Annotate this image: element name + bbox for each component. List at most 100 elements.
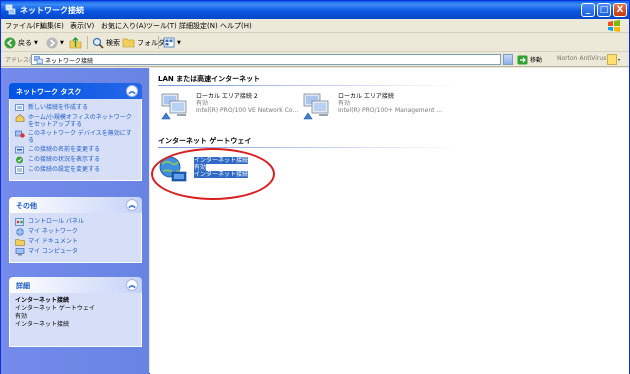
search-button[interactable]: 検索 [92, 35, 120, 50]
menu-bar: ファイル(F) 編集(E) 表示(V) お気に入り(A) ツール(T) 詳細設定… [1, 19, 629, 33]
network-tasks-list: 新しい接続を作成する ホーム/小規模オフィスのネットワークをセットアップする こ… [9, 99, 142, 181]
new-connection-icon [15, 104, 24, 111]
menu-advanced[interactable]: 詳細設定(N) [179, 21, 218, 31]
task-change-settings[interactable]: この接続の設定を変更する [15, 166, 136, 174]
place-label: マイ コンピュータ [28, 248, 78, 255]
details-name: インターネット接続 [15, 297, 70, 304]
forward-dropdown-icon[interactable]: ▼ [60, 40, 64, 46]
go-button[interactable]: 移動 [517, 54, 542, 65]
place-my-computer[interactable]: マイ コンピュータ [15, 248, 136, 256]
lan-connection-icon [303, 93, 329, 120]
details-header[interactable]: 詳細 ︽ [9, 277, 142, 293]
task-disable-device[interactable]: このネットワーク デバイスを無効にする [15, 130, 136, 144]
menu-favorites[interactable]: お気に入り(A) [101, 21, 146, 31]
task-view-status[interactable]: この接続の状況を表示する [15, 156, 136, 164]
menu-file[interactable]: ファイル(F) [5, 21, 43, 31]
connection-status: 有効 [338, 100, 351, 107]
collapse-chevron-icon[interactable]: ︽ [126, 199, 138, 211]
group-divider [158, 85, 458, 86]
task-pane: ネットワーク タスク ︽ 新しい接続を作成する ホーム/小規模オフィスのネットワ… [1, 68, 149, 374]
connection-device: Intel(R) PRO/100+ Management ... [338, 107, 443, 114]
details-title: 詳細 [16, 282, 30, 290]
title-bar[interactable]: ネットワーク接続 _ □ X [1, 1, 629, 19]
address-input[interactable]: ネットワーク接続 [31, 54, 501, 65]
toolbar-separator [158, 36, 159, 49]
task-label: この接続の設定を変更する [28, 166, 101, 173]
back-dropdown-icon[interactable]: ▼ [34, 40, 38, 46]
other-places-header[interactable]: その他 ︽ [9, 197, 142, 213]
place-control-panel[interactable]: コントロール パネル [15, 218, 136, 226]
back-button[interactable]: 戻る ▼ [4, 35, 38, 50]
folders-icon [122, 38, 135, 48]
my-documents-icon [15, 239, 25, 246]
control-panel-icon [15, 218, 24, 226]
connection-internet-gateway[interactable]: インターネット接続 有効 インターネット接続 [151, 148, 275, 200]
maximize-button[interactable]: □ [597, 3, 611, 17]
up-folder-button[interactable] [69, 35, 84, 50]
group-title-gateway: インターネット ゲートウェイ [158, 137, 252, 145]
other-places-title: その他 [16, 202, 37, 210]
address-dropdown-button[interactable] [503, 54, 513, 65]
status-icon [16, 156, 23, 164]
connection-name: ローカル エリア接続 [338, 93, 394, 100]
collapse-chevron-icon[interactable]: ︽ [126, 279, 138, 291]
details-type: インターネット ゲートウェイ [15, 305, 95, 312]
address-value: ネットワーク接続 [45, 58, 94, 65]
task-label: この接続の状況を表示する [28, 156, 101, 163]
connection-local-area[interactable]: ローカル エリア接続 有効 Intel(R) PRO/100+ Manageme… [302, 91, 452, 121]
place-label: マイ ドキュメント [28, 238, 78, 245]
connection-text: ローカル エリア接続 2 有効 Intel(R) PRO/100 VE Netw… [196, 93, 298, 114]
home-network-icon [15, 114, 25, 122]
place-label: マイ ネットワーク [28, 228, 78, 235]
task-label: 新しい接続を作成する [28, 104, 89, 111]
rename-icon [15, 146, 24, 154]
task-create-connection[interactable]: 新しい接続を作成する [15, 104, 136, 112]
explorer-window: ネットワーク接続 _ □ X ファイル(F) 編集(E) 表示(V) お気に入り… [0, 0, 630, 374]
network-tasks-panel: ネットワーク タスク ︽ 新しい接続を作成する ホーム/小規模オフィスのネットワ… [9, 83, 142, 181]
menu-help[interactable]: ヘルプ(H) [220, 21, 252, 31]
close-button[interactable]: X [613, 3, 627, 17]
collapse-chevron-icon[interactable]: ︽ [126, 85, 138, 97]
details-panel: 詳細 ︽ インターネット接続 インターネット ゲートウェイ 有効 インターネット… [9, 277, 142, 347]
red-annotation-circle [151, 148, 275, 200]
connection-device: Intel(R) PRO/100 VE Network Co... [196, 107, 299, 114]
task-rename-connection[interactable]: この接続の名前を変更する [15, 146, 136, 154]
toolbar: 戻る ▼ ▼ 検索 フォルダ ▼ [1, 33, 629, 52]
views-button[interactable]: ▼ [163, 35, 181, 50]
task-label: この接続の名前を変更する [28, 146, 101, 153]
details-device: インターネット接続 [15, 321, 70, 328]
views-dropdown-icon[interactable]: ▼ [177, 40, 181, 46]
place-my-network[interactable]: マイ ネットワーク [15, 228, 136, 236]
minimize-button[interactable]: _ [581, 3, 595, 17]
network-connections-icon [5, 4, 16, 15]
connection-status: 有効 [196, 100, 209, 107]
menu-view[interactable]: 表示(V) [70, 21, 94, 31]
details-body: インターネット接続 インターネット ゲートウェイ 有効 インターネット接続 [9, 293, 142, 347]
menu-tools[interactable]: ツール(T) [146, 21, 177, 31]
network-folder-icon [34, 56, 43, 64]
task-setup-home-network[interactable]: ホーム/小規模オフィスのネットワークをセットアップする [15, 114, 136, 128]
other-places-list: コントロール パネル マイ ネットワーク マイ ドキュメント マイ コンピュータ [9, 213, 142, 263]
back-arrow-icon [4, 37, 16, 48]
windows-logo-icon [608, 20, 620, 32]
go-label: 移動 [530, 57, 543, 64]
lan-connection-icon [161, 93, 187, 120]
settings-icon [15, 166, 24, 174]
norton-antivirus-icon[interactable] [607, 54, 621, 65]
up-folder-icon [69, 36, 82, 48]
menu-edit[interactable]: 編集(E) [40, 21, 64, 31]
my-computer-icon [15, 248, 25, 256]
search-label: 検索 [106, 38, 120, 47]
group-title-lan: LAN または高速インターネット [158, 75, 261, 83]
connection-local-area-2[interactable]: ローカル エリア接続 2 有効 Intel(R) PRO/100 VE Netw… [160, 91, 300, 121]
address-bar: アドレス(D) ネットワーク接続 移動 Norton AntiVirus [1, 52, 629, 67]
details-status: 有効 [15, 313, 28, 320]
back-label: 戻る [18, 38, 32, 47]
other-places-panel: その他 ︽ コントロール パネル マイ ネットワーク マイ ドキュメント マイ … [9, 197, 142, 263]
forward-button[interactable]: ▼ [46, 35, 64, 50]
place-my-documents[interactable]: マイ ドキュメント [15, 238, 136, 246]
views-icon [163, 37, 175, 48]
network-tasks-header[interactable]: ネットワーク タスク ︽ [9, 83, 142, 99]
network-tasks-title: ネットワーク タスク [16, 88, 82, 96]
connection-text: ローカル エリア接続 有効 Intel(R) PRO/100+ Manageme… [338, 93, 442, 114]
